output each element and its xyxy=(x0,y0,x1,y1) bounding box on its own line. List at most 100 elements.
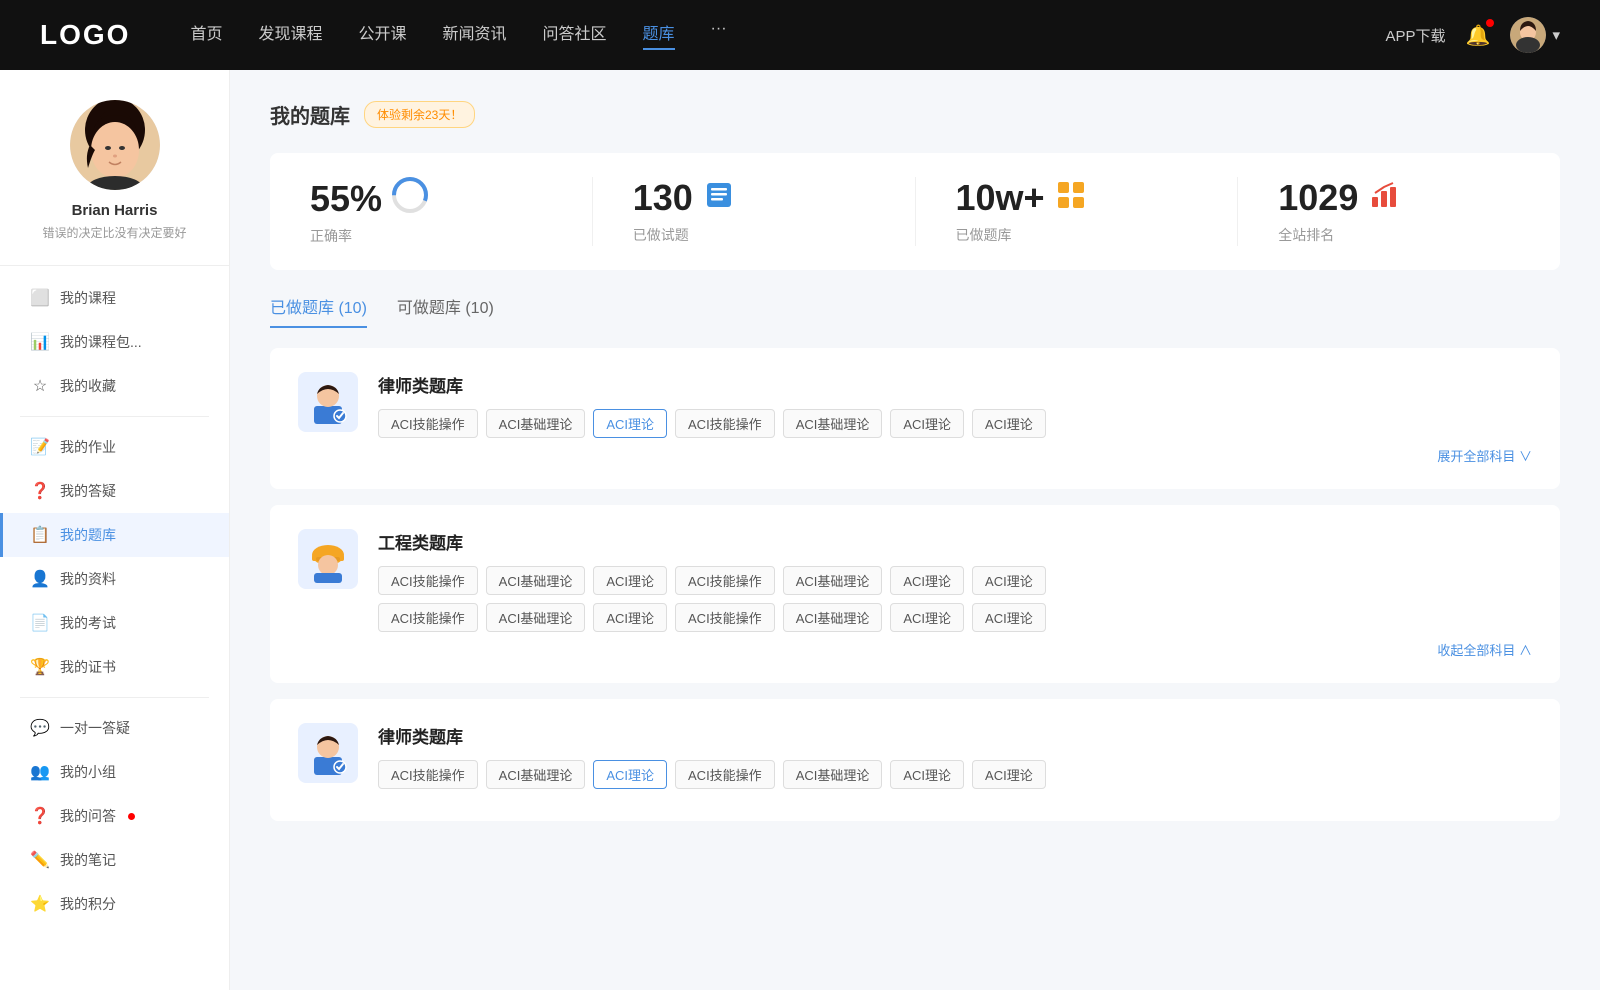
tag-item[interactable]: ACI基础理论 xyxy=(486,566,586,595)
tag-item[interactable]: ACI基础理论 xyxy=(486,760,586,789)
package-icon: 📊 xyxy=(30,332,50,352)
tag-item[interactable]: ACI理论 xyxy=(972,566,1046,595)
chevron-down-icon: ▾ xyxy=(1552,26,1560,44)
sidebar-item-label: 一对一答疑 xyxy=(60,718,130,738)
tag-item[interactable]: ACI理论 xyxy=(890,603,964,632)
tag-item[interactable]: ACI基础理论 xyxy=(783,760,883,789)
tag-item[interactable]: ACI基础理论 xyxy=(783,409,883,438)
tag-item[interactable]: ACI基础理论 xyxy=(783,603,883,632)
accuracy-chart-icon xyxy=(392,177,428,220)
sidebar-item-certificate[interactable]: 🏆 我的证书 xyxy=(0,645,229,689)
navbar-right: APP下载 🔔 ▾ xyxy=(1386,17,1560,53)
tag-item[interactable]: ACI理论 xyxy=(890,409,964,438)
sidebar-divider-2 xyxy=(20,697,209,698)
sidebar-item-label: 我的笔记 xyxy=(60,850,116,870)
ranking-label: 全站排名 xyxy=(1278,225,1334,245)
engineer-icon xyxy=(298,529,358,589)
bank-header: 律师类题库 ACI技能操作 ACI基础理论 ACI理论 ACI技能操作 ACI基… xyxy=(298,723,1532,797)
bank-body: 律师类题库 ACI技能操作 ACI基础理论 ACI理论 ACI技能操作 ACI基… xyxy=(378,372,1532,465)
tag-item[interactable]: ACI理论 xyxy=(890,760,964,789)
tag-item[interactable]: ACI理论 xyxy=(972,760,1046,789)
sidebar-item-my-qa[interactable]: ❓ 我的问答 xyxy=(0,794,229,838)
tag-item[interactable]: ACI基础理论 xyxy=(783,566,883,595)
sidebar-menu: ⬜ 我的课程 📊 我的课程包... ☆ 我的收藏 📝 我的作业 ❓ 我的答疑 📋 xyxy=(0,266,229,936)
nav-discover[interactable]: 发现课程 xyxy=(258,20,322,50)
accuracy-label: 正确率 xyxy=(310,226,352,246)
avatar xyxy=(1510,17,1546,53)
bank-header: 律师类题库 ACI技能操作 ACI基础理论 ACI理论 ACI技能操作 ACI基… xyxy=(298,372,1532,465)
sidebar-item-label: 我的答疑 xyxy=(60,481,116,501)
nav-qa[interactable]: 问答社区 xyxy=(543,20,607,50)
sidebar-item-label: 我的证书 xyxy=(60,657,116,677)
sidebar-item-group[interactable]: 👥 我的小组 xyxy=(0,750,229,794)
nav-news[interactable]: 新闻资讯 xyxy=(443,20,507,50)
tag-item[interactable]: ACI理论 xyxy=(890,566,964,595)
bank-header: 工程类题库 ACI技能操作 ACI基础理论 ACI理论 ACI技能操作 ACI基… xyxy=(298,529,1532,659)
bank-title: 工程类题库 xyxy=(378,529,1532,554)
tag-item[interactable]: ACI技能操作 xyxy=(675,566,775,595)
tag-item[interactable]: ACI理论 xyxy=(593,603,667,632)
sidebar-item-exam[interactable]: 📄 我的考试 xyxy=(0,601,229,645)
tags-row-2: ACI技能操作 ACI基础理论 ACI理论 ACI技能操作 ACI基础理论 AC… xyxy=(378,603,1532,632)
star-icon: ☆ xyxy=(30,376,50,396)
bank-card-lawyer-2: 律师类题库 ACI技能操作 ACI基础理论 ACI理论 ACI技能操作 ACI基… xyxy=(270,699,1560,821)
sidebar-item-question-bank[interactable]: 📋 我的题库 xyxy=(0,513,229,557)
profile-name: Brian Harris xyxy=(72,202,158,219)
tag-item[interactable]: ACI技能操作 xyxy=(675,409,775,438)
tag-item-active[interactable]: ACI理论 xyxy=(593,760,667,789)
stat-row: 10w+ xyxy=(956,177,1087,219)
expand-btn[interactable]: 展开全部科目 ∨ xyxy=(378,446,1532,465)
sidebar-item-homework[interactable]: 📝 我的作业 xyxy=(0,425,229,469)
user-avatar-menu[interactable]: ▾ xyxy=(1510,17,1560,53)
sidebar-item-label: 我的课程包... xyxy=(60,332,142,352)
tag-item[interactable]: ACI理论 xyxy=(972,409,1046,438)
sidebar-item-points[interactable]: ⭐ 我的积分 xyxy=(0,882,229,926)
nav-home[interactable]: 首页 xyxy=(190,20,222,50)
tab-todo[interactable]: 可做题库 (10) xyxy=(397,294,494,328)
bank-card-engineer: 工程类题库 ACI技能操作 ACI基础理论 ACI理论 ACI技能操作 ACI基… xyxy=(270,505,1560,683)
stat-row: 130 xyxy=(633,177,735,219)
qa-dot xyxy=(128,813,135,820)
accuracy-value: 55% xyxy=(310,178,382,220)
tab-done[interactable]: 已做题库 (10) xyxy=(270,294,367,328)
lawyer-icon-2 xyxy=(298,723,358,783)
trial-badge: 体验剩余23天！ xyxy=(364,101,475,128)
navbar: LOGO 首页 发现课程 公开课 新闻资讯 问答社区 题库 ··· APP下载 … xyxy=(0,0,1600,70)
sidebar-item-course-package[interactable]: 📊 我的课程包... xyxy=(0,320,229,364)
tab-bar: 已做题库 (10) 可做题库 (10) xyxy=(270,294,1560,328)
nav-more[interactable]: ··· xyxy=(711,20,727,50)
tag-item[interactable]: ACI技能操作 xyxy=(378,760,478,789)
nav-open-course[interactable]: 公开课 xyxy=(358,20,406,50)
sidebar-item-notes[interactable]: ✏️ 我的笔记 xyxy=(0,838,229,882)
tag-item[interactable]: ACI基础理论 xyxy=(486,409,586,438)
nav-question-bank[interactable]: 题库 xyxy=(643,20,675,50)
collapse-btn[interactable]: 收起全部科目 ∧ xyxy=(378,640,1532,659)
tag-item[interactable]: ACI理论 xyxy=(972,603,1046,632)
banks-label: 已做题库 xyxy=(956,225,1012,245)
notification-bell[interactable]: 🔔 xyxy=(1466,23,1491,48)
ranking-value: 1029 xyxy=(1278,177,1358,219)
cert-icon: 🏆 xyxy=(30,657,50,677)
sidebar-item-label: 我的收藏 xyxy=(60,376,116,396)
stat-questions: 130 已做试题 xyxy=(593,177,916,246)
bank-body: 律师类题库 ACI技能操作 ACI基础理论 ACI理论 ACI技能操作 ACI基… xyxy=(378,723,1532,797)
sidebar-item-label: 我的题库 xyxy=(60,525,116,545)
tag-item[interactable]: ACI技能操作 xyxy=(675,760,775,789)
app-download-btn[interactable]: APP下载 xyxy=(1386,25,1446,46)
tag-item-active[interactable]: ACI理论 xyxy=(593,409,667,438)
sidebar-item-label: 我的积分 xyxy=(60,894,116,914)
tag-item[interactable]: ACI基础理论 xyxy=(486,603,586,632)
sidebar-item-my-course[interactable]: ⬜ 我的课程 xyxy=(0,276,229,320)
sidebar-item-favorites[interactable]: ☆ 我的收藏 xyxy=(0,364,229,408)
sidebar-item-1on1[interactable]: 💬 一对一答疑 xyxy=(0,706,229,750)
tag-item[interactable]: ACI技能操作 xyxy=(378,566,478,595)
tag-item[interactable]: ACI理论 xyxy=(593,566,667,595)
points-icon: ⭐ xyxy=(30,894,50,914)
sidebar-item-profile[interactable]: 👤 我的资料 xyxy=(0,557,229,601)
tag-item[interactable]: ACI技能操作 xyxy=(378,409,478,438)
tag-item[interactable]: ACI技能操作 xyxy=(378,603,478,632)
tag-item[interactable]: ACI技能操作 xyxy=(675,603,775,632)
notes-icon: ✏️ xyxy=(30,850,50,870)
sidebar-item-ask[interactable]: ❓ 我的答疑 xyxy=(0,469,229,513)
homework-icon: 📝 xyxy=(30,437,50,457)
